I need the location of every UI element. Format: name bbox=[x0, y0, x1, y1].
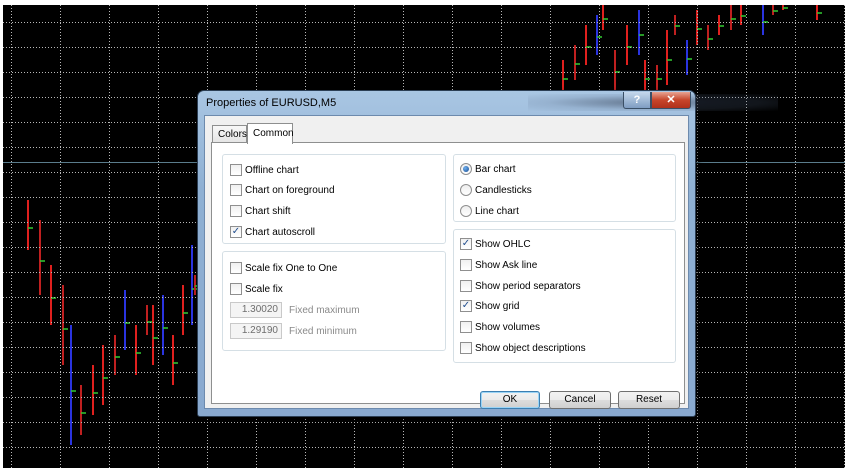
chart-shift-checkbox[interactable] bbox=[230, 205, 242, 217]
check-mark-icon: ✓ bbox=[231, 226, 241, 237]
dialog-client-area: Colors Common Offline chart Chart on for… bbox=[204, 115, 689, 409]
offline-chart-label: Offline chart bbox=[245, 164, 299, 176]
chart-autoscroll-label: Chart autoscroll bbox=[245, 226, 316, 238]
show-grid-label: Show grid bbox=[475, 300, 520, 312]
candlesticks-label: Candlesticks bbox=[475, 184, 532, 196]
dialog-title: Properties of EURUSD,M5 bbox=[206, 97, 337, 109]
chart-grid-line bbox=[746, 5, 747, 468]
tab-common[interactable]: Common bbox=[247, 123, 294, 144]
scale-options-group: Scale fix One to One Scale fix 1.30020 F… bbox=[222, 251, 446, 351]
chart-shift-option[interactable]: Chart shift bbox=[230, 204, 291, 218]
chart-on-foreground-option[interactable]: Chart on foreground bbox=[230, 183, 335, 197]
chart-grid-line bbox=[158, 5, 159, 468]
show-period-separators-option[interactable]: Show period separators bbox=[460, 279, 581, 293]
offline-chart-option[interactable]: Offline chart bbox=[230, 163, 299, 177]
check-mark-icon: ✓ bbox=[461, 300, 471, 311]
chart-grid-line bbox=[3, 22, 845, 23]
chart-on-foreground-label: Chart on foreground bbox=[245, 184, 335, 196]
bar-chart-radio[interactable] bbox=[460, 163, 472, 175]
bar-chart-label: Bar chart bbox=[475, 163, 516, 175]
chart-grid-line bbox=[844, 5, 845, 468]
ok-button[interactable]: OK bbox=[480, 391, 540, 409]
chart-autoscroll-option[interactable]: ✓ Chart autoscroll bbox=[230, 225, 315, 239]
chart-grid-line bbox=[11, 5, 12, 468]
scale-fix-one-to-one-checkbox[interactable] bbox=[230, 262, 242, 274]
scale-fix-one-to-one-option[interactable]: Scale fix One to One bbox=[230, 261, 337, 275]
show-ask-line-label: Show Ask line bbox=[475, 259, 538, 271]
show-grid-option[interactable]: ✓ Show grid bbox=[460, 299, 519, 313]
fixed-maximum-input[interactable]: 1.30020 bbox=[230, 302, 282, 318]
close-button[interactable]: ✕ bbox=[651, 92, 691, 109]
chart-grid-line bbox=[3, 47, 845, 48]
chart-grid-line bbox=[795, 5, 796, 468]
tab-colors[interactable]: Colors bbox=[212, 125, 247, 143]
fixed-minimum-label: Fixed minimum bbox=[289, 326, 357, 337]
chart-options-group: Offline chart Chart on foreground Chart … bbox=[222, 154, 446, 244]
show-ask-line-checkbox[interactable] bbox=[460, 259, 472, 271]
bar-chart-option[interactable]: Bar chart bbox=[460, 162, 516, 176]
scale-fix-option[interactable]: Scale fix bbox=[230, 282, 283, 296]
show-ohlc-checkbox[interactable]: ✓ bbox=[460, 238, 472, 250]
chart-on-foreground-checkbox[interactable] bbox=[230, 184, 242, 196]
show-volumes-option[interactable]: Show volumes bbox=[460, 320, 540, 334]
show-options-group: ✓ Show OHLC Show Ask line Show period se… bbox=[453, 229, 676, 363]
properties-dialog: Properties of EURUSD,M5 ? ✕ Colors Commo… bbox=[197, 90, 778, 417]
show-ohlc-option[interactable]: ✓ Show OHLC bbox=[460, 237, 531, 251]
fixed-minimum-input[interactable]: 1.29190 bbox=[230, 323, 282, 339]
check-mark-icon: ✓ bbox=[461, 238, 471, 249]
candlesticks-radio[interactable] bbox=[460, 184, 472, 196]
help-button[interactable]: ? bbox=[623, 92, 651, 109]
chart-autoscroll-checkbox[interactable]: ✓ bbox=[230, 226, 242, 238]
fixed-maximum-label: Fixed maximum bbox=[289, 305, 360, 316]
chart-shift-label: Chart shift bbox=[245, 205, 291, 217]
tab-panel-common: Offline chart Chart on foreground Chart … bbox=[211, 142, 685, 404]
show-ohlc-label: Show OHLC bbox=[475, 238, 531, 250]
show-grid-checkbox[interactable]: ✓ bbox=[460, 300, 472, 312]
scale-fix-label: Scale fix bbox=[245, 283, 283, 295]
reset-button[interactable]: Reset bbox=[618, 391, 680, 409]
chart-grid-line bbox=[109, 5, 110, 468]
scale-fix-one-to-one-label: Scale fix One to One bbox=[245, 262, 338, 274]
chart-type-group: Bar chart Candlesticks Line chart bbox=[453, 154, 676, 222]
radio-dot-icon bbox=[463, 166, 469, 172]
show-object-descriptions-label: Show object descriptions bbox=[475, 342, 586, 354]
chart-grid-line bbox=[697, 5, 698, 468]
scale-fix-checkbox[interactable] bbox=[230, 283, 242, 295]
show-volumes-label: Show volumes bbox=[475, 321, 541, 333]
line-chart-radio[interactable] bbox=[460, 205, 472, 217]
show-object-descriptions-checkbox[interactable] bbox=[460, 342, 472, 354]
line-chart-option[interactable]: Line chart bbox=[460, 204, 519, 218]
show-period-separators-label: Show period separators bbox=[475, 280, 581, 292]
show-object-descriptions-option[interactable]: Show object descriptions bbox=[460, 341, 586, 355]
show-volumes-checkbox[interactable] bbox=[460, 321, 472, 333]
chart-grid-line bbox=[3, 72, 845, 73]
chart-grid-line bbox=[60, 5, 61, 468]
candlesticks-option[interactable]: Candlesticks bbox=[460, 183, 532, 197]
cancel-button[interactable]: Cancel bbox=[549, 391, 611, 409]
show-period-separators-checkbox[interactable] bbox=[460, 280, 472, 292]
chart-grid-line bbox=[3, 422, 845, 423]
show-ask-line-option[interactable]: Show Ask line bbox=[460, 258, 537, 272]
line-chart-label: Line chart bbox=[475, 205, 519, 217]
offline-chart-checkbox[interactable] bbox=[230, 164, 242, 176]
chart-grid-line bbox=[3, 447, 845, 448]
